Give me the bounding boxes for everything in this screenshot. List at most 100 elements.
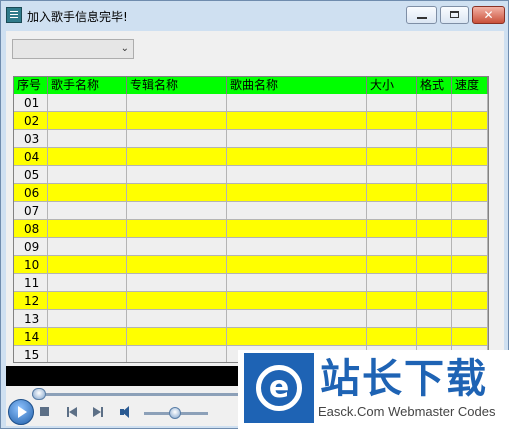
table-cell[interactable] [417, 112, 452, 130]
seek-slider-thumb[interactable] [32, 388, 46, 400]
table-cell[interactable] [127, 166, 227, 184]
filter-dropdown[interactable]: ⌄ [12, 39, 134, 59]
table-cell[interactable] [227, 328, 367, 346]
table-cell[interactable] [48, 256, 127, 274]
table-cell[interactable] [367, 274, 417, 292]
table-row[interactable]: 10 [14, 256, 488, 274]
header-col-album[interactable]: 专辑名称 [127, 77, 227, 94]
table-row[interactable]: 07 [14, 202, 488, 220]
table-cell[interactable] [127, 310, 227, 328]
table-cell[interactable] [48, 184, 127, 202]
table-cell[interactable] [452, 256, 488, 274]
stop-button[interactable] [37, 405, 53, 419]
row-index-cell[interactable]: 01 [14, 94, 48, 112]
table-cell[interactable] [227, 148, 367, 166]
table-cell[interactable] [127, 202, 227, 220]
minimize-button[interactable] [406, 6, 437, 24]
table-cell[interactable] [48, 238, 127, 256]
row-index-cell[interactable]: 09 [14, 238, 48, 256]
table-row[interactable]: 13 [14, 310, 488, 328]
header-col-song[interactable]: 歌曲名称 [227, 77, 367, 94]
table-cell[interactable] [417, 256, 452, 274]
table-cell[interactable] [417, 94, 452, 112]
table-cell[interactable] [48, 220, 127, 238]
table-row[interactable]: 02 [14, 112, 488, 130]
seek-track[interactable] [32, 393, 242, 396]
table-cell[interactable] [227, 274, 367, 292]
table-cell[interactable] [367, 112, 417, 130]
row-index-cell[interactable]: 13 [14, 310, 48, 328]
volume-slider-thumb[interactable] [169, 407, 181, 419]
table-cell[interactable] [417, 148, 452, 166]
table-cell[interactable] [452, 130, 488, 148]
row-index-cell[interactable]: 04 [14, 148, 48, 166]
table-cell[interactable] [127, 292, 227, 310]
table-cell[interactable] [48, 148, 127, 166]
table-row[interactable]: 06 [14, 184, 488, 202]
table-cell[interactable] [227, 184, 367, 202]
row-index-cell[interactable]: 08 [14, 220, 48, 238]
table-cell[interactable] [127, 148, 227, 166]
row-index-cell[interactable]: 15 [14, 346, 48, 362]
close-button[interactable]: ✕ [472, 6, 505, 24]
table-cell[interactable] [227, 130, 367, 148]
table-row[interactable]: 05 [14, 166, 488, 184]
table-cell[interactable] [127, 328, 227, 346]
table-cell[interactable] [48, 274, 127, 292]
table-cell[interactable] [417, 274, 452, 292]
table-cell[interactable] [227, 166, 367, 184]
table-cell[interactable] [367, 184, 417, 202]
table-cell[interactable] [367, 220, 417, 238]
table-row[interactable]: 09 [14, 238, 488, 256]
row-index-cell[interactable]: 02 [14, 112, 48, 130]
table-cell[interactable] [127, 130, 227, 148]
table-row[interactable]: 01 [14, 94, 488, 112]
table-cell[interactable] [127, 346, 227, 362]
song-table[interactable]: 序号 歌手名称 专辑名称 歌曲名称 大小 格式 速度 01 02 03 04 05 06 07 08 09 1… [13, 76, 489, 363]
table-cell[interactable] [367, 292, 417, 310]
table-cell[interactable] [367, 310, 417, 328]
next-icon[interactable] [90, 405, 106, 419]
table-cell[interactable] [452, 94, 488, 112]
table-cell[interactable] [227, 310, 367, 328]
table-cell[interactable] [367, 202, 417, 220]
table-cell[interactable] [452, 274, 488, 292]
table-cell[interactable] [367, 256, 417, 274]
table-cell[interactable] [48, 292, 127, 310]
table-cell[interactable] [127, 274, 227, 292]
table-cell[interactable] [417, 184, 452, 202]
table-row[interactable]: 12 [14, 292, 488, 310]
table-cell[interactable] [227, 292, 367, 310]
table-cell[interactable] [48, 328, 127, 346]
play-icon[interactable] [8, 399, 34, 425]
table-row[interactable]: 11 [14, 274, 488, 292]
table-cell[interactable] [127, 94, 227, 112]
table-cell[interactable] [127, 112, 227, 130]
table-cell[interactable] [417, 220, 452, 238]
table-cell[interactable] [452, 202, 488, 220]
table-row[interactable]: 04 [14, 148, 488, 166]
table-cell[interactable] [367, 328, 417, 346]
table-cell[interactable] [48, 166, 127, 184]
table-cell[interactable] [48, 130, 127, 148]
table-cell[interactable] [367, 238, 417, 256]
table-row[interactable]: 03 [14, 130, 488, 148]
row-index-cell[interactable]: 12 [14, 292, 48, 310]
table-cell[interactable] [417, 310, 452, 328]
table-cell[interactable] [367, 130, 417, 148]
row-index-cell[interactable]: 10 [14, 256, 48, 274]
table-cell[interactable] [48, 94, 127, 112]
table-cell[interactable] [367, 148, 417, 166]
header-col-format[interactable]: 格式 [417, 77, 452, 94]
table-cell[interactable] [452, 238, 488, 256]
header-col-index[interactable]: 序号 [14, 77, 48, 94]
table-cell[interactable] [367, 94, 417, 112]
table-row[interactable]: 08 [14, 220, 488, 238]
table-cell[interactable] [417, 238, 452, 256]
row-index-cell[interactable]: 03 [14, 130, 48, 148]
table-cell[interactable] [452, 310, 488, 328]
volume-icon[interactable] [118, 405, 134, 419]
header-col-speed[interactable]: 速度 [452, 77, 488, 94]
table-cell[interactable] [452, 148, 488, 166]
table-cell[interactable] [227, 94, 367, 112]
